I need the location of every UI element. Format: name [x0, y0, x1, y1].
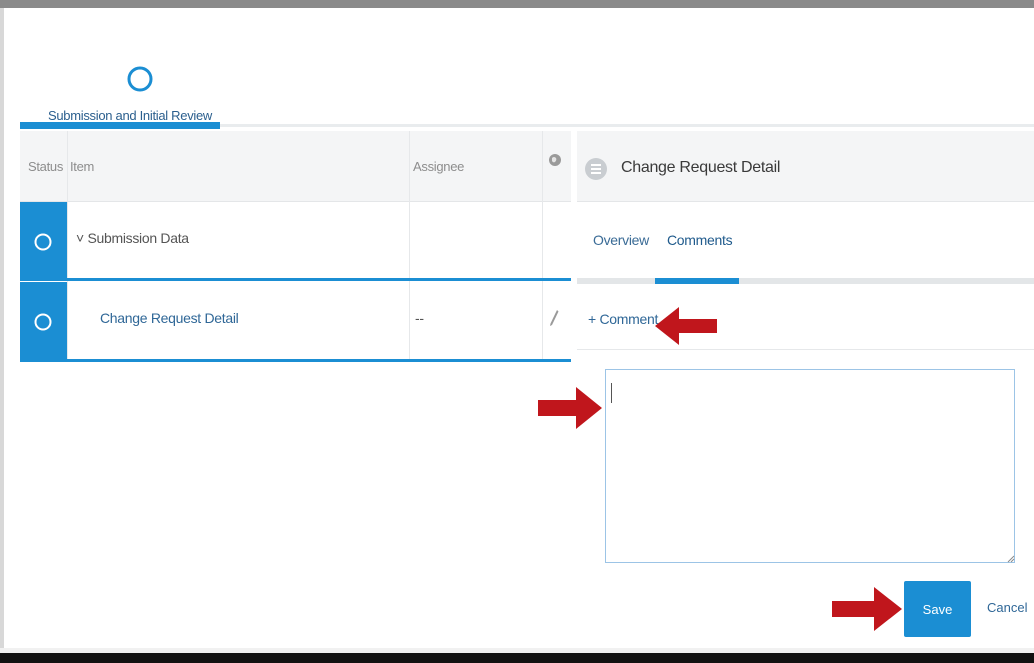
detail-panel: Change Request Detail Overview Comments … [577, 131, 1034, 651]
stage-active-indicator [20, 122, 220, 129]
detail-header: Change Request Detail [577, 131, 1034, 202]
progress-circle-icon [34, 233, 52, 251]
table-header: Status Item Assignee [20, 131, 571, 202]
globe-icon[interactable] [548, 153, 562, 167]
table-row[interactable]: ˅ Submission Data [20, 202, 571, 280]
row-separator [20, 278, 571, 281]
stage-label: Submission and Initial Review [48, 108, 212, 123]
row-separator [20, 359, 571, 362]
text-caret [611, 383, 612, 403]
row-assignee: -- [415, 310, 424, 326]
row-status-cell [20, 202, 67, 280]
row-item-label: ˅ Submission Data [76, 230, 189, 246]
items-table: Status Item Assignee ˅ Submission Data C… [20, 131, 571, 651]
window-top-edge [0, 0, 1034, 8]
progress-circle-icon [127, 66, 153, 92]
comment-input[interactable] [605, 369, 1015, 563]
add-comment-button[interactable]: + Comment [588, 311, 658, 327]
stage-step[interactable]: Submission and Initial Review [20, 20, 220, 130]
window-left-edge [0, 8, 4, 648]
save-button[interactable]: Save [904, 581, 971, 637]
tab-overview[interactable]: Overview [593, 232, 649, 248]
resize-grip-icon[interactable] [1007, 555, 1015, 563]
tab-active-indicator [655, 278, 739, 284]
table-row[interactable]: Change Request Detail -- [20, 282, 571, 360]
annotation-arrow-right-icon [538, 387, 602, 429]
header-assignee[interactable]: Assignee [413, 159, 464, 174]
header-item[interactable]: Item [70, 159, 94, 174]
row-item-link[interactable]: Change Request Detail [100, 310, 239, 326]
header-status[interactable]: Status [28, 159, 63, 174]
detail-title: Change Request Detail [621, 159, 781, 176]
list-icon [585, 158, 607, 180]
divider [577, 349, 1034, 350]
annotation-arrow-right-icon [832, 587, 902, 631]
window-bottom-edge [0, 653, 1034, 663]
tab-rail [577, 278, 1034, 284]
progress-circle-icon [34, 313, 52, 331]
tab-comments[interactable]: Comments [667, 232, 733, 248]
pencil-icon[interactable] [549, 309, 559, 327]
annotation-arrow-left-icon [655, 307, 717, 345]
row-status-cell [20, 282, 67, 360]
app-window: Submission and Initial Review Status Ite… [0, 0, 1034, 663]
cancel-button[interactable]: Cancel [987, 600, 1027, 615]
